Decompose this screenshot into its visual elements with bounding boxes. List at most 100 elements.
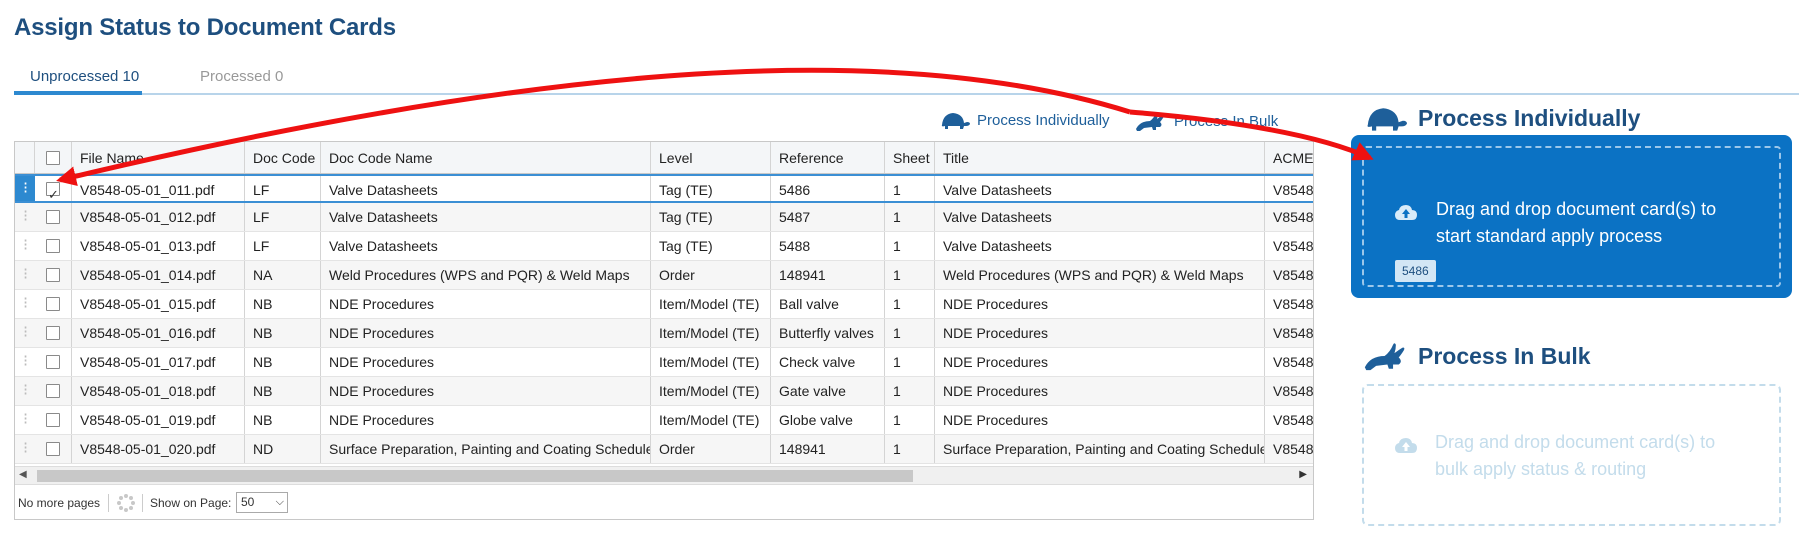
cell-doc-code-name: Valve Datasheets <box>321 176 651 201</box>
column-header-level[interactable]: Level <box>651 142 771 173</box>
rabbit-icon <box>1136 112 1164 131</box>
cell-level: Item/Model (TE) <box>651 319 771 347</box>
table-row[interactable]: ⁝ V8548-05-01_016.pdf NB NDE Procedures Item… <box>15 319 1313 348</box>
cell-doc-code: NB <box>245 290 321 318</box>
cell-sheet: 1 <box>885 348 935 376</box>
cell-sheet: 1 <box>885 290 935 318</box>
cell-doc-code-name: NDE Procedures <box>321 290 651 318</box>
bulk-panel-title: Process In Bulk <box>1362 340 1591 372</box>
column-header-sheet[interactable]: Sheet <box>885 142 935 173</box>
process-in-bulk-label: Process In Bulk <box>1174 112 1279 130</box>
column-header-acme[interactable]: ACME D <box>1265 142 1313 173</box>
process-individually-link[interactable]: Process Individually <box>939 110 1110 130</box>
drag-handle-icon[interactable]: ⁝ <box>15 377 35 405</box>
turtle-icon <box>941 113 970 129</box>
column-header-file-name[interactable]: File Name <box>72 142 245 173</box>
drag-handle-icon[interactable]: ⁝ <box>15 261 35 289</box>
cell-file-name: V8548-05-01_017.pdf <box>72 348 245 376</box>
cell-reference: 148941 <box>771 261 885 289</box>
row-checkbox[interactable] <box>46 180 60 201</box>
table-row[interactable]: ⁝ V8548-05-01_019.pdf NB NDE Procedures Item… <box>15 406 1313 435</box>
row-checkbox[interactable] <box>46 239 60 253</box>
turtle-icon <box>1367 108 1407 131</box>
cell-sheet: 1 <box>885 406 935 434</box>
bulk-drop-zone[interactable]: Drag and drop document card(s) to bulk a… <box>1362 384 1781 526</box>
cell-level: Order <box>651 261 771 289</box>
rabbit-icon <box>1364 343 1405 371</box>
cell-checkbox <box>35 203 72 231</box>
drag-handle-icon[interactable]: ⁝ <box>15 348 35 376</box>
column-header-reference[interactable]: Reference <box>771 142 885 173</box>
cell-reference: Gate valve <box>771 377 885 405</box>
drag-handle-icon[interactable]: ⁝ <box>15 203 35 231</box>
tab-processed[interactable]: Processed 0 <box>200 68 283 95</box>
cell-sheet: 1 <box>885 176 935 201</box>
table-row[interactable]: ⁝ V8548-05-01_017.pdf NB NDE Procedures Item… <box>15 348 1313 377</box>
table-row[interactable]: ⁝ V8548-05-01_014.pdf NA Weld Procedures (W… <box>15 261 1313 290</box>
drag-handle-icon[interactable]: ⁝ <box>15 232 35 260</box>
cell-file-name: V8548-05-01_016.pdf <box>72 319 245 347</box>
cell-acme: V8548-05 <box>1273 267 1314 283</box>
cell-level: Order <box>651 435 771 463</box>
page-title: Assign Status to Document Cards <box>14 14 396 41</box>
column-header-title[interactable]: Title <box>935 142 1265 173</box>
dropped-card-badge[interactable]: 5486 <box>1395 260 1436 282</box>
cell-title: NDE Procedures <box>935 319 1265 347</box>
drag-handle-icon[interactable]: ⁝ <box>15 319 35 347</box>
cell-level: Tag (TE) <box>651 203 771 231</box>
document-grid: File Name Doc Code Doc Code Name Level R… <box>14 141 1314 520</box>
cell-checkbox <box>35 377 72 405</box>
row-checkbox[interactable] <box>46 210 60 224</box>
cell-acme: V8548-05 <box>1273 182 1314 198</box>
row-checkbox[interactable] <box>46 268 60 282</box>
bulk-drop-text: Drag and drop document card(s) to bulk a… <box>1435 432 1716 479</box>
row-checkbox[interactable] <box>46 326 60 340</box>
cell-reference: 5488 <box>771 232 885 260</box>
column-header-doc-code-name[interactable]: Doc Code Name <box>321 142 651 173</box>
cell-doc-code-name: Weld Procedures (WPS and PQR) & Weld Map… <box>321 261 651 289</box>
page-size-select[interactable]: 50 ⌵ <box>236 492 288 513</box>
cell-file-name: V8548-05-01_014.pdf <box>72 261 245 289</box>
individual-drop-zone[interactable]: Drag and drop document card(s) to start … <box>1351 135 1792 298</box>
table-row[interactable]: ⁝ V8548-05-01_013.pdf LF Valve Datasheets Ta… <box>15 232 1313 261</box>
scroll-right-icon[interactable]: ▶ <box>1299 469 1307 480</box>
row-checkbox[interactable] <box>46 297 60 311</box>
spinner-icon[interactable] <box>117 494 135 512</box>
drag-handle-icon[interactable]: ⁝ <box>15 406 35 434</box>
scroll-left-icon[interactable]: ◀ <box>19 469 27 480</box>
cell-title: NDE Procedures <box>935 348 1265 376</box>
drag-handle-icon[interactable]: ⁝ <box>15 290 35 318</box>
cell-doc-code: NB <box>245 406 321 434</box>
cell-checkbox <box>35 261 72 289</box>
drag-handle-icon[interactable]: ⁝ <box>15 435 35 463</box>
table-row[interactable]: ⁝ V8548-05-01_020.pdf ND Surface Preparatio… <box>15 435 1313 464</box>
cell-sheet: 1 <box>885 203 935 231</box>
row-checkbox[interactable] <box>46 355 60 369</box>
process-in-bulk-link[interactable]: Process In Bulk <box>1134 110 1278 132</box>
cell-doc-code: LF <box>245 203 321 231</box>
cloud-upload-icon <box>1395 438 1417 453</box>
table-row[interactable]: ⁝ V8548-05-01_018.pdf NB NDE Procedures Item… <box>15 377 1313 406</box>
cell-title: Valve Datasheets <box>935 203 1265 231</box>
cell-acme: V8548-05 <box>1273 441 1314 457</box>
tab-unprocessed[interactable]: Unprocessed 10 <box>14 68 142 95</box>
drag-handle-icon[interactable]: ⁝ <box>15 176 35 201</box>
column-header-doc-code[interactable]: Doc Code <box>245 142 321 173</box>
row-checkbox[interactable] <box>46 413 60 427</box>
row-checkbox[interactable] <box>46 384 60 398</box>
scrollbar-thumb[interactable] <box>37 470 913 482</box>
cell-reference: 5487 <box>771 203 885 231</box>
cell-checkbox <box>35 176 72 201</box>
table-row[interactable]: ⁝ V8548-05-01_015.pdf NB NDE Procedures Item… <box>15 290 1313 319</box>
table-row[interactable]: ⁝ V8548-05-01_012.pdf LF Valve Datasheets Ta… <box>15 203 1313 232</box>
select-all-checkbox[interactable] <box>46 150 60 165</box>
cell-checkbox <box>35 319 72 347</box>
row-checkbox[interactable] <box>46 442 60 456</box>
cell-title: Weld Procedures (WPS and PQR) & Weld Map… <box>935 261 1265 289</box>
horizontal-scrollbar[interactable]: ◀ ▶ <box>15 466 1313 484</box>
process-individually-label: Process Individually <box>977 111 1110 129</box>
cell-title: NDE Procedures <box>935 406 1265 434</box>
cell-file-name: V8548-05-01_015.pdf <box>72 290 245 318</box>
table-row[interactable]: ⁝V8548-05-01_011.pdfLFValve DatasheetsTa… <box>15 174 1313 203</box>
page-size-value: 50 <box>241 495 255 509</box>
